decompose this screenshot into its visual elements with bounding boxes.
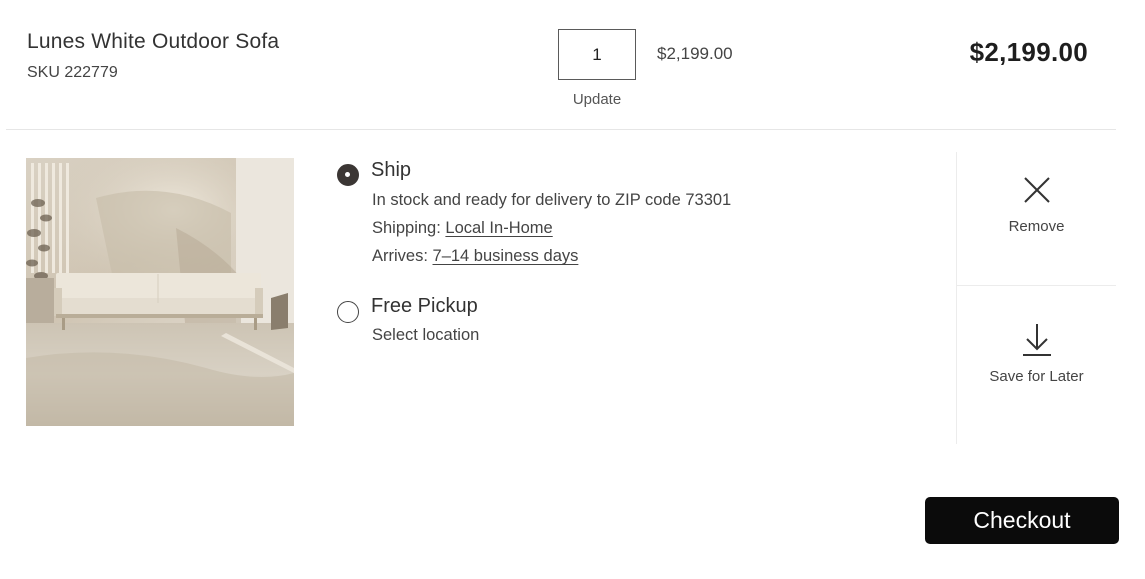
download-arrow-icon: [957, 322, 1116, 356]
arrival-window-link[interactable]: 7–14 business days: [433, 247, 579, 265]
save-for-later-button[interactable]: Save for Later: [957, 322, 1116, 385]
pickup-radio[interactable]: [337, 301, 359, 323]
header-divider: [6, 129, 1116, 130]
remove-label: Remove: [1008, 218, 1065, 235]
product-name: Lunes White Outdoor Sofa: [27, 30, 280, 53]
ship-radio[interactable]: [337, 164, 359, 186]
shipping-method-line: Shipping: Local In-Home: [372, 219, 553, 238]
update-quantity-link[interactable]: Update: [558, 91, 636, 108]
ship-label[interactable]: Ship: [371, 159, 411, 182]
remove-button[interactable]: Remove: [957, 176, 1116, 235]
checkout-button[interactable]: Checkout: [925, 497, 1119, 544]
quantity-input[interactable]: [558, 29, 636, 80]
close-icon: [957, 176, 1116, 204]
stock-status: In stock and ready for delivery to ZIP c…: [372, 191, 732, 209]
shipping-prefix: Shipping:: [372, 219, 441, 237]
product-sku: SKU 222779: [27, 64, 118, 81]
pickup-label[interactable]: Free Pickup: [371, 295, 478, 318]
save-for-later-label: Save for Later: [989, 368, 1084, 385]
unit-price: $2,199.00: [657, 44, 733, 63]
action-divider: [957, 285, 1116, 286]
select-location-text: Select location: [372, 326, 480, 344]
shipping-method-link[interactable]: Local In-Home: [445, 219, 552, 237]
line-total: $2,199.00: [969, 37, 1088, 67]
arrives-prefix: Arrives:: [372, 247, 428, 265]
product-image: [26, 158, 294, 426]
arrival-line: Arrives: 7–14 business days: [372, 247, 578, 266]
